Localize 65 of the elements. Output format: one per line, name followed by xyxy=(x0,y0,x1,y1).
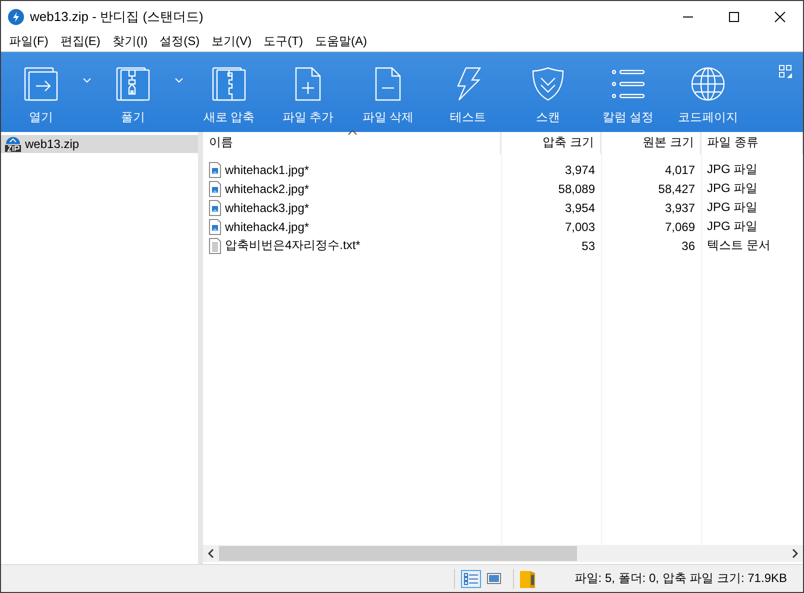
close-icon xyxy=(774,10,786,22)
column-header[interactable]: 원본 크기 xyxy=(601,132,701,154)
file-name-cell[interactable]: whitehack3.jpg* xyxy=(203,198,501,217)
toolbar-button[interactable]: 파일 추가 xyxy=(268,52,348,132)
toolbar-button[interactable]: 스캔 xyxy=(508,52,588,132)
caret-icon[interactable] xyxy=(83,78,91,83)
tree-item[interactable]: web13.zip xyxy=(1,135,198,153)
file-name-cell[interactable]: whitehack1.jpg* xyxy=(203,160,501,179)
image-file-icon xyxy=(209,200,221,216)
scroll-left-icon[interactable] xyxy=(208,549,214,558)
table-cell-text: 텍스트 문서 xyxy=(706,237,772,254)
toolbar-button[interactable]: 새로 압축 xyxy=(190,52,268,132)
globe-icon xyxy=(690,66,726,102)
table-cell-text: JPG 파일 xyxy=(706,218,759,235)
menu-item[interactable]: 도움말(A) xyxy=(308,33,373,50)
toolbar-button[interactable]: 파일 삭제 xyxy=(348,52,428,132)
details-view-button[interactable] xyxy=(461,570,482,588)
toolbar-button[interactable]: 테스트 xyxy=(428,52,508,132)
table-cell-text: 58,427 xyxy=(657,180,696,198)
table-cell-text: JPG 파일 xyxy=(706,180,759,197)
table-cell-text: 4,017 xyxy=(664,162,696,178)
toolbar-button[interactable]: 코드페이지 xyxy=(668,52,748,132)
file-name-cell[interactable]: 압축비번은4자리정수.txt* xyxy=(203,236,501,255)
menu-item[interactable]: 설정(S) xyxy=(154,33,206,50)
table-cell-text: 53 xyxy=(580,238,596,254)
zipper-icon xyxy=(211,66,247,102)
file-name-cell[interactable]: whitehack2.jpg* xyxy=(203,179,501,198)
scroll-right-icon[interactable] xyxy=(792,549,798,558)
table-cell-text: JPG 파일 xyxy=(706,199,759,216)
zipper-icon xyxy=(115,66,151,102)
table-cell-text: 36 xyxy=(680,238,696,254)
open-icon xyxy=(23,66,59,102)
zip-file-icon xyxy=(5,136,21,152)
column-header[interactable]: 파일 종류 xyxy=(701,132,803,154)
table-cell-text: 7,069 xyxy=(664,218,696,236)
caret-icon[interactable] xyxy=(175,78,183,83)
shield-icon xyxy=(530,66,566,102)
app-icon xyxy=(8,8,24,24)
grid-icon[interactable] xyxy=(779,65,792,78)
column-header[interactable]: 이름 xyxy=(203,132,501,154)
column-header[interactable]: 압축 크기 xyxy=(501,132,601,154)
table-cell-text: 3,974 xyxy=(564,162,596,178)
table-cell-text: JPG 파일 xyxy=(706,161,759,178)
file-name-cell[interactable]: whitehack4.jpg* xyxy=(203,217,501,236)
image-file-icon xyxy=(209,162,221,178)
menu-item[interactable]: 도구(T) xyxy=(258,33,309,50)
status-text: 파일: 5, 폴더: 0, 압축 파일 크기: 71.9KB xyxy=(574,570,787,587)
toolbar-button[interactable]: 칼럼 설정 xyxy=(588,52,668,132)
menu-item[interactable]: 편집(E) xyxy=(54,33,106,50)
window-title: web13.zip - 반디집 (스탠더드) xyxy=(30,8,204,26)
toolbar-button[interactable]: 풀기 xyxy=(98,52,168,132)
table-cell-text: 58,089 xyxy=(557,180,596,198)
menu-item[interactable]: 파일(F) xyxy=(3,33,54,50)
image-file-icon xyxy=(209,218,221,234)
menu-item[interactable]: 보기(V) xyxy=(206,33,258,50)
menu-item[interactable]: 찾기(I) xyxy=(106,33,154,50)
image-file-icon xyxy=(209,180,221,196)
text-file-icon xyxy=(209,238,221,254)
toolbar-button[interactable]: 열기 xyxy=(6,52,76,132)
maximize-icon xyxy=(728,10,740,22)
archive-icon xyxy=(520,570,536,588)
table-cell-text: 7,003 xyxy=(564,218,596,236)
scrollbar-thumb[interactable] xyxy=(219,546,577,561)
table-cell-text: 3,937 xyxy=(664,200,696,216)
table-cell-text: 3,954 xyxy=(564,200,596,216)
